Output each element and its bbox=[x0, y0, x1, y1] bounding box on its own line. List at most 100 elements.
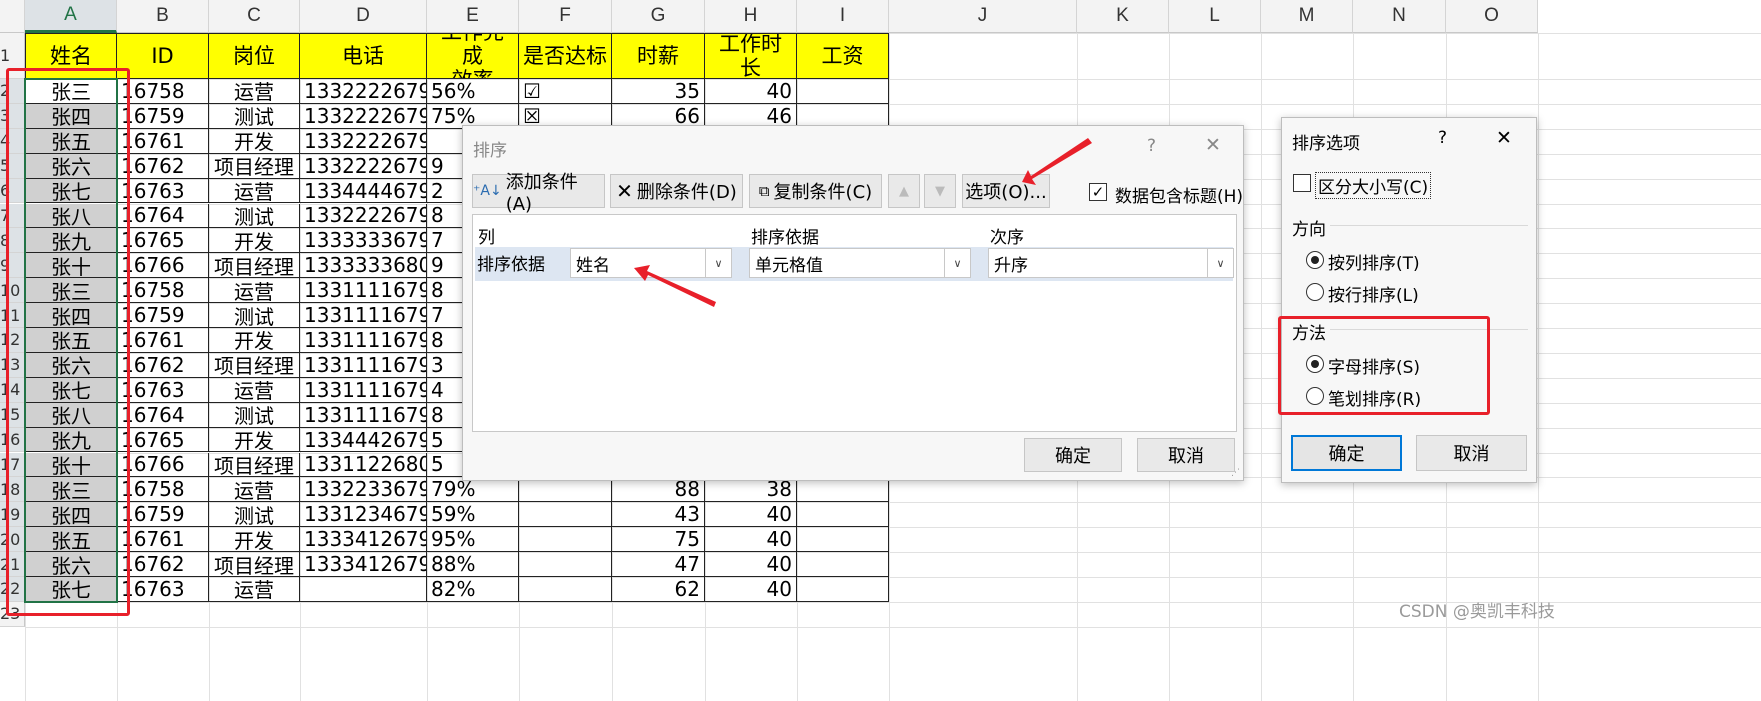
table-cell[interactable]: 16758 bbox=[117, 477, 209, 503]
close-icon[interactable]: ✕ bbox=[1205, 134, 1221, 156]
table-cell[interactable]: 项目经理 bbox=[209, 153, 300, 179]
table-cell[interactable]: 16762 bbox=[117, 352, 209, 378]
table-cell[interactable]: 运营 bbox=[209, 278, 300, 304]
table-cell[interactable]: 13311226800 bbox=[300, 452, 427, 478]
help-icon[interactable]: ? bbox=[1438, 128, 1447, 148]
column-header-H[interactable]: H bbox=[705, 0, 797, 33]
table-cell[interactable]: 运营 bbox=[209, 79, 300, 104]
table-cell[interactable]: 开发 bbox=[209, 527, 300, 553]
table-cell[interactable] bbox=[519, 527, 612, 553]
order-select[interactable]: 升序 ∨ bbox=[988, 248, 1234, 278]
column-header-G[interactable]: G bbox=[612, 0, 705, 33]
table-cell[interactable]: 16763 bbox=[117, 577, 209, 602]
table-cell[interactable]: 38 bbox=[705, 477, 797, 503]
table-cell[interactable]: 40 bbox=[705, 527, 797, 553]
table-cell[interactable]: 13311116794 bbox=[300, 303, 427, 328]
copy-condition-button[interactable]: ⧉ 复制条件(C) bbox=[749, 174, 882, 208]
header-cell-hourly[interactable]: 时薪 bbox=[612, 33, 705, 79]
table-cell[interactable]: 16763 bbox=[117, 178, 209, 204]
table-cell[interactable] bbox=[300, 577, 427, 602]
header-cell-salary[interactable]: 工资 bbox=[797, 33, 889, 79]
column-header-L[interactable]: L bbox=[1169, 0, 1261, 33]
delete-condition-button[interactable]: ✕ 删除条件(D) bbox=[610, 174, 743, 208]
table-cell[interactable]: 16758 bbox=[117, 79, 209, 104]
table-cell[interactable]: 95% bbox=[427, 527, 519, 553]
table-cell[interactable]: 40 bbox=[705, 79, 797, 104]
table-cell[interactable]: 项目经理 bbox=[209, 552, 300, 577]
cancel-button[interactable]: 取消 bbox=[1416, 435, 1527, 471]
column-header-F[interactable]: F bbox=[519, 0, 612, 33]
table-cell[interactable]: 13322226793 bbox=[300, 79, 427, 104]
column-header-O[interactable]: O bbox=[1446, 0, 1538, 33]
column-header-N[interactable]: N bbox=[1353, 0, 1446, 33]
table-cell[interactable] bbox=[797, 527, 889, 553]
table-cell[interactable]: 开发 bbox=[209, 328, 300, 353]
table-cell[interactable]: 88% bbox=[427, 552, 519, 577]
header-cell-id[interactable]: ID bbox=[117, 33, 209, 79]
table-cell[interactable]: 16765 bbox=[117, 228, 209, 254]
table-cell[interactable] bbox=[519, 502, 612, 528]
table-cell[interactable]: 运营 bbox=[209, 577, 300, 602]
table-cell[interactable]: 13312346794 bbox=[300, 502, 427, 528]
header-cell-achieved[interactable]: 是否达标 bbox=[519, 33, 612, 79]
table-cell[interactable]: 测试 bbox=[209, 103, 300, 129]
table-cell[interactable]: 13334126796 bbox=[300, 552, 427, 577]
table-cell[interactable]: 79% bbox=[427, 477, 519, 503]
table-cell[interactable]: 开发 bbox=[209, 427, 300, 453]
table-cell[interactable]: 16762 bbox=[117, 153, 209, 179]
table-cell[interactable] bbox=[797, 477, 889, 503]
table-cell[interactable]: 82% bbox=[427, 577, 519, 602]
table-cell[interactable]: 16762 bbox=[117, 552, 209, 577]
table-cell[interactable]: 16761 bbox=[117, 527, 209, 553]
table-cell[interactable]: ☑ bbox=[519, 79, 612, 104]
table-cell[interactable]: 59% bbox=[427, 502, 519, 528]
table-cell[interactable]: 开发 bbox=[209, 228, 300, 254]
table-cell[interactable]: 47 bbox=[612, 552, 705, 577]
table-cell[interactable]: 13344446797 bbox=[300, 178, 427, 204]
column-header-E[interactable]: E bbox=[427, 0, 519, 33]
table-cell[interactable]: 运营 bbox=[209, 477, 300, 503]
table-cell[interactable]: 16765 bbox=[117, 427, 209, 453]
table-cell[interactable]: 13322226794 bbox=[300, 103, 427, 129]
ok-button[interactable]: 确定 bbox=[1291, 435, 1402, 471]
table-cell[interactable]: 运营 bbox=[209, 178, 300, 204]
table-cell[interactable]: 16761 bbox=[117, 328, 209, 353]
table-cell[interactable]: 43 bbox=[612, 502, 705, 528]
table-cell[interactable]: 16763 bbox=[117, 377, 209, 403]
table-cell[interactable]: 16764 bbox=[117, 203, 209, 229]
table-cell[interactable]: 运营 bbox=[209, 377, 300, 403]
table-cell[interactable]: 62 bbox=[612, 577, 705, 602]
table-cell[interactable]: 88 bbox=[612, 477, 705, 503]
table-cell[interactable] bbox=[797, 577, 889, 602]
table-cell[interactable]: 13311116797 bbox=[300, 377, 427, 403]
header-cell-phone[interactable]: 电话 bbox=[300, 33, 427, 79]
column-header-J[interactable]: J bbox=[889, 0, 1077, 33]
table-cell[interactable]: 13333336800 bbox=[300, 253, 427, 279]
sort-on-select[interactable]: 单元格值 ∨ bbox=[749, 248, 971, 278]
table-cell[interactable]: 13322226796 bbox=[300, 153, 427, 179]
table-cell[interactable]: 75 bbox=[612, 527, 705, 553]
table-cell[interactable]: 13322336793 bbox=[300, 477, 427, 503]
resize-grip-icon[interactable]: ⋰ bbox=[1231, 468, 1240, 478]
table-cell[interactable]: 13344426799 bbox=[300, 427, 427, 453]
column-header-M[interactable]: M bbox=[1261, 0, 1353, 33]
table-cell[interactable]: 40 bbox=[705, 502, 797, 528]
table-cell[interactable]: 13311116795 bbox=[300, 328, 427, 353]
table-cell[interactable]: 测试 bbox=[209, 303, 300, 328]
table-cell[interactable] bbox=[797, 79, 889, 104]
table-cell[interactable]: 56% bbox=[427, 79, 519, 104]
move-up-button[interactable]: ▲ bbox=[888, 174, 920, 208]
column-header-A[interactable]: A bbox=[25, 0, 117, 33]
table-cell[interactable]: 16766 bbox=[117, 452, 209, 478]
table-cell[interactable]: 16759 bbox=[117, 103, 209, 129]
header-cell-position[interactable]: 岗位 bbox=[209, 33, 300, 79]
add-condition-button[interactable]: ⁺A↓ 添加条件(A) bbox=[472, 172, 605, 215]
move-down-button[interactable]: ▼ bbox=[924, 174, 956, 208]
table-cell[interactable]: 16759 bbox=[117, 502, 209, 528]
close-icon[interactable]: ✕ bbox=[1496, 127, 1512, 149]
table-cell[interactable] bbox=[797, 552, 889, 577]
table-cell[interactable]: 测试 bbox=[209, 203, 300, 229]
table-cell[interactable]: 16761 bbox=[117, 128, 209, 154]
table-cell[interactable]: 16766 bbox=[117, 253, 209, 279]
table-cell[interactable]: 项目经理 bbox=[209, 253, 300, 279]
